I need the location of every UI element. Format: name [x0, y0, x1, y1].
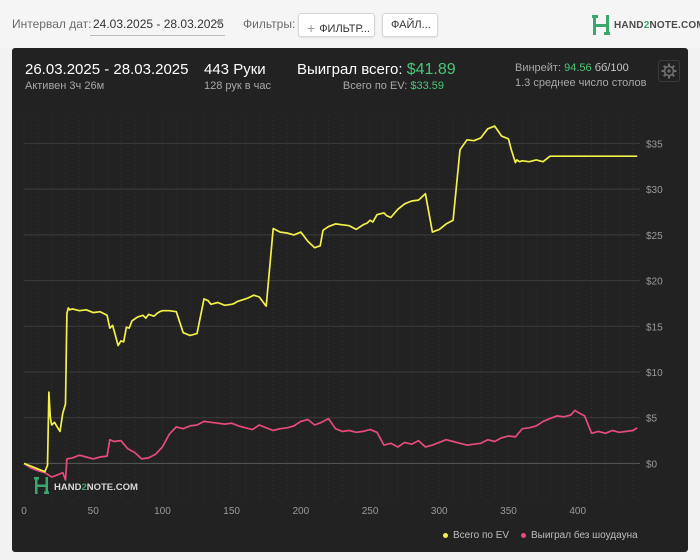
y-tick-label: $30 [646, 185, 663, 196]
legend-ev-label: Всего по EV [453, 530, 510, 541]
date-range-value: 24.03.2025 - 28.03.2025 [93, 17, 224, 31]
date-range-label: Интервал дат: [12, 17, 92, 31]
plus-icon: + [307, 20, 316, 36]
legend-item-ev[interactable]: Всего по EV [443, 530, 509, 541]
y-axis-ticks: $0 $5 $10 $15 $20 $25 $30 $35 [646, 139, 663, 470]
y-tick-label: $5 [646, 414, 658, 425]
watermark-text: HAND2NOTE.COM [54, 482, 138, 493]
chart-series [23, 125, 638, 481]
x-tick-label: 0 [21, 506, 27, 517]
file-button[interactable]: ФАЙЛ... [382, 13, 438, 37]
hand2note-watermark-icon [34, 477, 49, 494]
y-tick-label: $35 [646, 139, 663, 150]
y-tick-label: $20 [646, 277, 663, 288]
filters-label: Фильтры: [243, 17, 296, 31]
x-tick-label: 300 [431, 506, 448, 517]
x-tick-label: 250 [362, 506, 379, 517]
y-tick-label: $15 [646, 322, 663, 333]
date-range-select[interactable]: 24.03.2025 - 28.03.2025 [90, 14, 225, 36]
y-tick-label: $0 [646, 459, 658, 470]
chart-grid [23, 116, 640, 500]
x-tick-label: 400 [569, 506, 586, 517]
legend-ev-dot [443, 533, 448, 538]
x-tick-label: 350 [500, 506, 517, 517]
x-tick-label: 200 [293, 506, 310, 517]
hand2note-logo-icon [592, 15, 610, 35]
hand2note-logo: HAND2NOTE.COM [592, 14, 700, 36]
legend-nosd-label: Выиграл без шоудауна [531, 530, 638, 541]
x-tick-label: 100 [154, 506, 171, 517]
graph-panel: 26.03.2025 - 28.03.2025 Активен 3ч 26м 4… [12, 48, 688, 552]
file-button-label: ФАЙЛ... [391, 19, 431, 31]
chevron-down-icon [215, 21, 223, 26]
x-tick-label: 150 [223, 506, 240, 517]
series-line-nosd [23, 409, 638, 481]
x-axis-ticks: 0 50 100 150 200 250 300 350 400 [21, 506, 586, 517]
legend-item-nosd[interactable]: Выиграл без шоудауна [521, 530, 638, 541]
hand2note-logo-text: HAND2NOTE.COM [614, 19, 700, 31]
filter-button[interactable]: + ФИЛЬТР... [298, 13, 375, 37]
x-tick-label: 50 [88, 506, 100, 517]
toolbar: Интервал дат: 24.03.2025 - 28.03.2025 Фи… [0, 0, 700, 48]
chart-watermark: HAND2NOTE.COM [34, 477, 138, 494]
y-tick-label: $25 [646, 231, 663, 242]
filter-button-label: ФИЛЬТР... [319, 23, 370, 35]
y-tick-label: $10 [646, 368, 663, 379]
legend-nosd-dot [521, 533, 526, 538]
profit-chart: $0 $5 $10 $15 $20 $25 $30 $35 0 50 100 150 200 250 30… [21, 116, 663, 517]
